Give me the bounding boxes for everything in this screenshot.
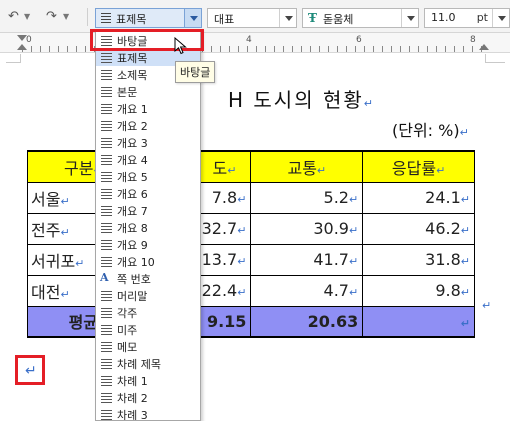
style-option-outline-10[interactable]: 개요 10 <box>96 253 200 270</box>
font-size-select[interactable]: 11.0 pt <box>424 8 510 28</box>
page-margin-guide <box>485 54 486 62</box>
paragraph-style-icon <box>101 257 112 267</box>
font-size-unit: pt <box>476 11 488 24</box>
paragraph-mark: ↵ <box>482 299 492 312</box>
table-cell[interactable]: 9.8↵ <box>362 274 475 307</box>
paragraph-mark: ↵ <box>459 126 469 139</box>
left-indent-marker[interactable] <box>17 44 27 50</box>
unit-label-text: (단위: %) <box>392 121 460 140</box>
style-option-outline-1[interactable]: 개요 1 <box>96 100 200 117</box>
redo-dropdown-icon[interactable]: ▼ <box>63 12 69 21</box>
paragraph-style-icon <box>101 172 112 182</box>
style-option-header[interactable]: 머리말 <box>96 287 200 304</box>
font-size-value: 11.0 <box>431 11 456 24</box>
highlighted-paragraph-mark[interactable]: ↵ <box>15 355 45 385</box>
style-option-toc-2[interactable]: 차례 2 <box>96 389 200 406</box>
table-cell[interactable]: 46.2↵ <box>362 212 475 245</box>
paragraph-style-icon <box>101 155 112 165</box>
chevron-down-icon[interactable] <box>184 9 201 27</box>
paragraph-style-icon <box>101 53 112 63</box>
table-cell[interactable]: 5.2↵ <box>250 181 364 214</box>
character-style-icon: A <box>100 271 109 284</box>
first-line-indent-marker[interactable] <box>17 35 27 41</box>
style-dropdown-list[interactable]: 바탕글 표제목 소제목 본문 개요 1 개요 2 개요 3 개요 4 개요 5 … <box>95 29 201 421</box>
style-option-toc-title[interactable]: 차례 제목 <box>96 355 200 372</box>
paragraph-style-icon <box>101 206 112 216</box>
style-option-endnote[interactable]: 미주 <box>96 321 200 338</box>
style-option-outline-5[interactable]: 개요 5 <box>96 168 200 185</box>
table-cell[interactable]: 30.9↵ <box>250 212 364 245</box>
table-cell[interactable]: 24.1↵ <box>362 181 475 214</box>
table-header-cell[interactable]: 응답률↵ <box>362 150 475 183</box>
table-cell[interactable]: 41.7↵ <box>250 243 364 276</box>
page-margin-guide <box>485 62 505 63</box>
paragraph-style-icon <box>101 410 112 420</box>
style-option-toc-3[interactable]: 차례 3 <box>96 406 200 420</box>
style-option-toc-1[interactable]: 차례 1 <box>96 372 200 389</box>
chevron-down-icon[interactable] <box>279 9 296 27</box>
language-select[interactable]: 대표 <box>207 8 297 28</box>
paragraph-style-icon <box>101 240 112 250</box>
style-option-body[interactable]: 본문 <box>96 83 200 100</box>
table-cell[interactable]: 20.63 <box>250 305 364 338</box>
ruler-label: 6 <box>356 35 362 45</box>
paragraph-style-icon <box>101 325 112 335</box>
font-select-value: 돋움체 <box>323 13 354 26</box>
unit-label[interactable]: (단위: %)↵ <box>392 117 469 141</box>
undo-dropdown-icon[interactable]: ▼ <box>24 12 30 21</box>
paragraph-style-icon <box>101 223 112 233</box>
paragraph-mark: ↵ <box>25 363 37 379</box>
style-option-outline-2[interactable]: 개요 2 <box>96 117 200 134</box>
style-option-outline-4[interactable]: 개요 4 <box>96 151 200 168</box>
style-option-outline-3[interactable]: 개요 3 <box>96 134 200 151</box>
table-cell[interactable]: 31.8↵ <box>362 243 475 276</box>
paragraph-style-icon <box>101 308 112 318</box>
style-option-outline-7[interactable]: 개요 7 <box>96 202 200 219</box>
style-option-memo[interactable]: 메모 <box>96 338 200 355</box>
horizontal-ruler[interactable]: 0 2 4 6 8 <box>0 33 510 53</box>
table-cell[interactable]: ↵ <box>362 305 475 338</box>
paragraph-style-icon <box>101 138 112 148</box>
redo-icon[interactable]: ↷ <box>46 10 57 24</box>
language-select-value: 대표 <box>214 13 235 26</box>
paragraph-style-icon <box>101 70 112 80</box>
formatting-toolbar: ↶ ▼ ↷ ▼ 표제목 대표 Ŧ 돋움체 11.0 pt <box>0 0 510 33</box>
paragraph-style-icon <box>101 104 112 114</box>
ruler-label: 8 <box>470 35 476 45</box>
paragraph-style-icon <box>101 359 112 369</box>
paragraph-style-icon <box>101 121 112 131</box>
document-title-text: H 도시의 현황 <box>228 88 364 112</box>
table-header-cell[interactable]: 교통↵ <box>250 150 364 183</box>
style-option-outline-6[interactable]: 개요 6 <box>96 185 200 202</box>
paragraph-style-icon <box>101 87 112 97</box>
ruler-label: 4 <box>246 35 252 45</box>
style-select[interactable]: 표제목 <box>95 8 202 28</box>
right-indent-marker[interactable] <box>479 44 489 50</box>
truetype-font-icon: Ŧ <box>308 11 317 25</box>
style-option-page-number[interactable]: A쪽 번호 <box>96 270 200 287</box>
paragraph-style-icon <box>101 189 112 199</box>
paragraph-style-icon <box>101 342 112 352</box>
paragraph-mark: ↵ <box>363 97 375 110</box>
paragraph-style-icon <box>101 376 112 386</box>
style-option-outline-8[interactable]: 개요 8 <box>96 219 200 236</box>
font-select[interactable]: Ŧ 돋움체 <box>302 8 419 28</box>
undo-icon[interactable]: ↶ <box>8 10 19 24</box>
chevron-down-icon[interactable] <box>401 9 418 27</box>
style-option-footnote[interactable]: 각주 <box>96 304 200 321</box>
chevron-down-icon[interactable] <box>492 9 509 27</box>
document-page[interactable]: H 도시의 현황↵ (단위: %)↵ 구분↵ 도↵ 교통↵ 응답률↵ 서울↵ 7… <box>0 54 510 421</box>
page-margin-guide <box>20 54 21 62</box>
paragraph-style-icon <box>101 291 112 301</box>
style-option-outline-9[interactable]: 개요 9 <box>96 236 200 253</box>
paragraph-style-icon <box>101 13 111 23</box>
document-title[interactable]: H 도시의 현황↵ <box>228 84 375 113</box>
mouse-cursor-icon <box>174 37 187 55</box>
style-tooltip: 바탕글 <box>175 61 216 83</box>
page-margin-guide <box>6 62 21 63</box>
style-select-value: 표제목 <box>116 13 147 26</box>
table-cell[interactable]: 4.7↵ <box>250 274 364 307</box>
toolbar-separator <box>87 8 88 26</box>
paragraph-style-icon <box>101 393 112 403</box>
